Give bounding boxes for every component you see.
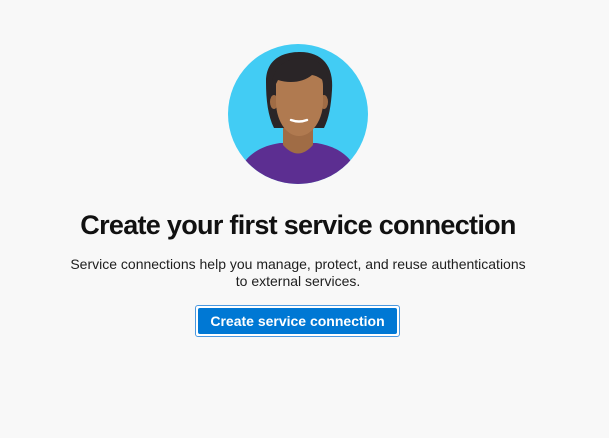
page-title: Create your first service connection [80, 210, 516, 240]
description-line-1: Service connections help you manage, pro… [70, 256, 526, 272]
description-line-2: to external services. [235, 273, 361, 289]
person-avatar-illustration [228, 44, 368, 184]
description-text: Service connections help you manage, pro… [0, 256, 596, 290]
empty-state: Create your first service connection Ser… [0, 0, 609, 438]
create-service-connection-button-label: Create service connection [198, 308, 397, 334]
create-service-connection-button[interactable]: Create service connection [195, 305, 400, 337]
avatar-svg [228, 44, 368, 184]
